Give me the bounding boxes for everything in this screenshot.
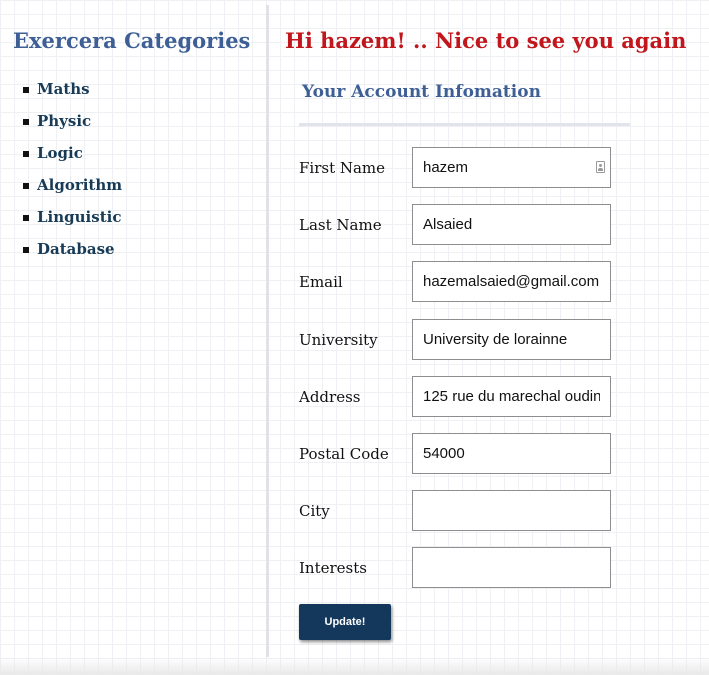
last-name-label: Last Name <box>299 216 382 234</box>
bullet-icon <box>23 215 29 221</box>
address-row: Address <box>299 376 619 418</box>
category-label: Logic <box>37 144 83 162</box>
bottom-fade <box>0 657 709 675</box>
last-name-row: Last Name <box>299 204 619 246</box>
category-list: Maths Physic Logic Algorithm Linguistic … <box>0 78 122 270</box>
interests-label: Interests <box>299 559 367 577</box>
bullet-icon <box>23 119 29 125</box>
bullet-icon <box>23 183 29 189</box>
postal-code-label: Postal Code <box>299 445 389 463</box>
category-label: Physic <box>37 112 92 130</box>
address-label: Address <box>299 388 361 406</box>
first-name-row: First Name <box>299 147 619 189</box>
postal-code-row: Postal Code <box>299 433 619 475</box>
category-label: Algorithm <box>37 176 123 194</box>
section-title: Your Account Infomation <box>302 82 541 102</box>
first-name-field[interactable] <box>412 147 611 188</box>
category-link-logic[interactable]: Logic <box>0 142 122 174</box>
address-field[interactable] <box>412 376 611 417</box>
greeting-message: Hi hazem! .. Nice to see you again <box>285 28 687 53</box>
update-button[interactable]: Update! <box>299 604 391 640</box>
bullet-icon <box>23 151 29 157</box>
category-link-algorithm[interactable]: Algorithm <box>0 174 122 206</box>
category-label: Database <box>37 240 115 258</box>
university-field[interactable] <box>412 319 611 360</box>
city-label: City <box>299 502 330 520</box>
bullet-icon <box>23 87 29 93</box>
category-link-physic[interactable]: Physic <box>0 110 122 142</box>
category-link-database[interactable]: Database <box>0 238 122 270</box>
section-divider <box>299 123 630 126</box>
category-label: Linguistic <box>37 208 122 226</box>
postal-code-field[interactable] <box>412 433 611 474</box>
first-name-label: First Name <box>299 159 386 177</box>
contact-card-icon[interactable] <box>596 161 605 173</box>
column-divider <box>266 5 269 657</box>
first-name-input-wrap <box>412 147 611 188</box>
sidebar-title: Exercera Categories <box>13 28 251 53</box>
email-label: Email <box>299 273 343 291</box>
bullet-icon <box>23 247 29 253</box>
sidebar: Exercera Categories Maths Physic Logic A… <box>0 0 266 660</box>
category-label: Maths <box>37 80 90 98</box>
city-field[interactable] <box>412 490 611 531</box>
interests-row: Interests <box>299 547 619 589</box>
email-field[interactable] <box>412 261 611 302</box>
last-name-field[interactable] <box>412 204 611 245</box>
city-row: City <box>299 490 619 532</box>
category-link-linguistic[interactable]: Linguistic <box>0 206 122 238</box>
email-row: Email <box>299 261 619 303</box>
university-row: University <box>299 319 619 361</box>
university-label: University <box>299 331 378 349</box>
interests-field[interactable] <box>412 547 611 588</box>
category-link-maths[interactable]: Maths <box>0 78 122 110</box>
